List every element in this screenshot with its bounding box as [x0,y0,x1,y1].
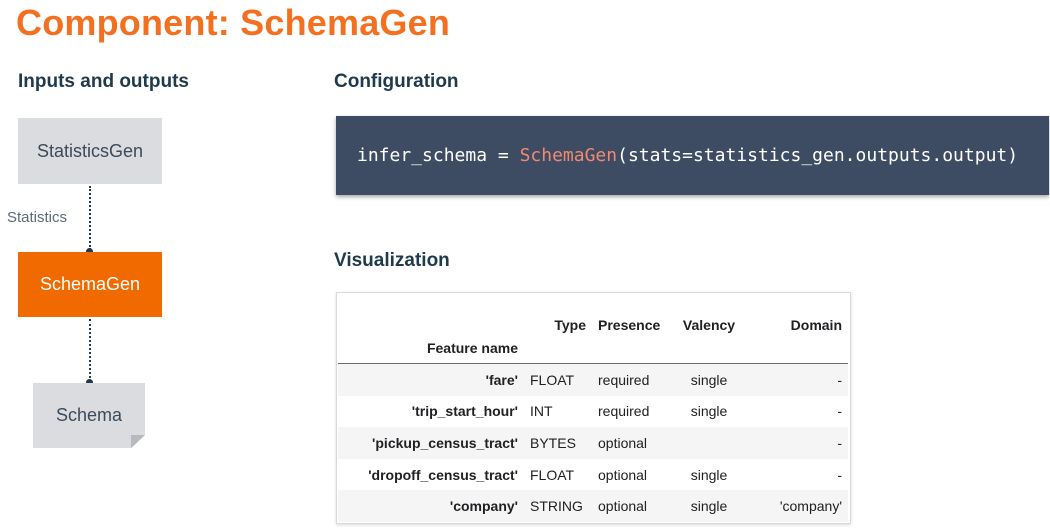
feature-name-cell: 'pickup_census_tract' [338,427,524,459]
domain-cell: - [837,403,842,420]
header-presence: Presence [598,317,661,333]
table-row: 'trip_start_hour' INT required single - [338,396,848,428]
domain-cell: 'company' [746,490,848,522]
schema-label: Schema [55,405,123,425]
table-row: 'fare' FLOAT required single - [338,363,848,396]
inputs-outputs-heading: Inputs and outputs [18,71,189,92]
valency-cell [672,427,746,459]
header-valency: Valency [682,317,736,333]
visualization-heading: Visualization [334,250,450,271]
presence-cell: optional [592,427,672,459]
statistics-gen-node: StatisticsGen [18,118,162,184]
header-domain: Domain [790,317,842,333]
presence-cell: optional [598,466,648,483]
configuration-heading: Configuration [334,71,459,92]
domain-cell: - [746,363,848,396]
config-code-block: infer_schema = SchemaGen (stats=statistic… [336,116,1049,195]
presence-cell: optional [592,490,672,522]
schema-node: Schema [33,383,145,448]
code-args: (stats=statistics_gen.outputs.output) [617,145,1019,166]
feature-name-cell: 'dropoff_census_tract' [368,466,518,483]
valency-cell: single [672,490,746,522]
header-spacer [338,293,524,333]
schema-table: Type Presence Valency Domain Feature nam… [338,293,848,522]
presence-cell: required [598,403,650,420]
type-cell: STRING [524,490,592,522]
presence-cell: required [592,363,672,396]
valency-cell: single [690,403,728,420]
type-cell: FLOAT [530,466,575,483]
schema-gen-label: SchemaGen [39,274,141,294]
domain-cell: - [746,427,848,459]
domain-cell: - [837,466,842,483]
feature-name-cell: 'fare' [338,363,524,396]
type-cell: BYTES [524,427,592,459]
statistics-edge [89,186,91,250]
page-title: Component: SchemaGen [16,2,451,43]
schema-gen-node: SchemaGen [18,252,162,317]
statistics-gen-label: StatisticsGen [36,140,144,161]
feature-name-cell: 'company' [338,490,524,522]
code-function: SchemaGen [519,145,618,166]
statistics-edge-label: Statistics [7,209,68,226]
header-type: Type [554,317,586,333]
table-row: 'dropoff_census_tract' FLOAT optional si… [338,459,848,491]
table-row: 'pickup_census_tract' BYTES optional - [338,427,848,459]
table-row: 'company' STRING optional single 'compan… [338,490,848,522]
type-cell: INT [530,403,553,420]
type-cell: FLOAT [524,363,592,396]
schema-table-card: Type Presence Valency Domain Feature nam… [336,292,851,524]
feature-name-cell: 'trip_start_hour' [411,403,518,420]
valency-cell: single [690,466,728,483]
schema-edge [89,319,91,382]
code-lhs: infer_schema [357,145,488,166]
header-feature-name: Feature name [338,333,524,364]
valency-cell: single [672,363,746,396]
code-eq: = [487,145,520,166]
